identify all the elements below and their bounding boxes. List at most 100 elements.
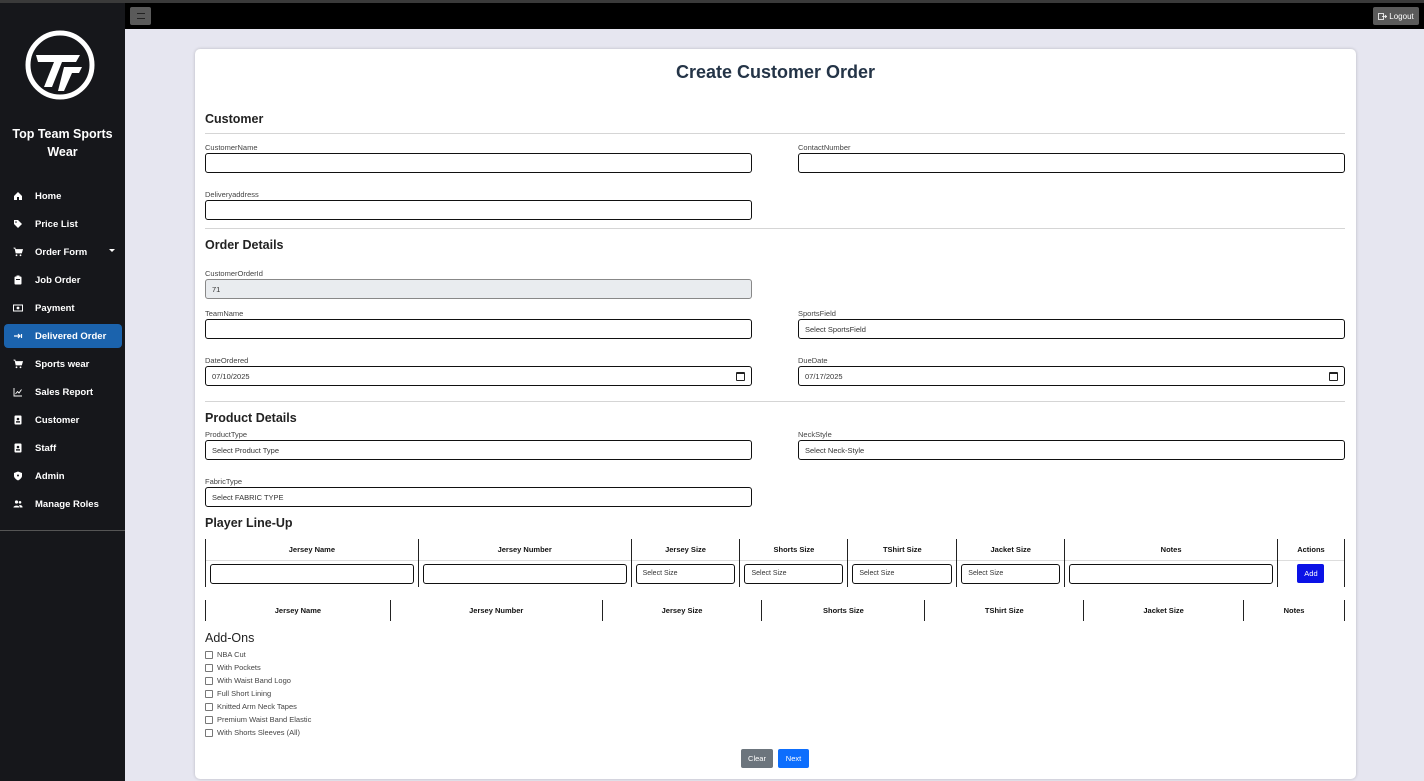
sidebar-item-customer[interactable]: Customer (4, 408, 122, 432)
menu-toggle-button[interactable] (130, 7, 151, 25)
customer-order-id-input: 71 (205, 279, 752, 299)
sports-field-select[interactable]: Select SportsField (798, 319, 1345, 339)
addon-option[interactable]: With Pockets (205, 663, 261, 672)
divider (205, 401, 1345, 402)
col-jersey-name: Jersey Name (205, 539, 419, 560)
sidebar-divider (0, 530, 125, 531)
next-button[interactable]: Next (778, 749, 809, 768)
addon-checkbox[interactable] (205, 728, 213, 737)
delivery-icon (13, 331, 23, 341)
shield-icon (13, 471, 23, 481)
addon-option[interactable]: With Waist Band Logo (205, 676, 291, 685)
id-badge-icon (13, 415, 23, 425)
divider (205, 228, 1345, 229)
addon-label: With Shorts Sleeves (All) (217, 728, 300, 737)
addon-label: Premium Waist Band Elastic (217, 715, 312, 724)
addon-option[interactable]: NBA Cut (205, 650, 246, 659)
tag-icon (13, 219, 23, 229)
sidebar-item-label: Sales Report (35, 386, 94, 398)
sidebar-item-label: Sports wear (35, 358, 90, 370)
lineup-entry-table: Jersey Name Jersey Number Jersey Size Sh… (205, 539, 1346, 587)
col-jersey-name: Jersey Name (205, 600, 391, 621)
addon-checkbox[interactable] (205, 689, 213, 698)
col-notes: Notes (1243, 600, 1345, 621)
sports-field-label: SportsField (798, 309, 836, 318)
logout-label: Logout (1389, 11, 1414, 21)
lineup-entry-row: Select Size Select Size Select Size Sele… (205, 560, 1346, 587)
calendar-icon[interactable] (736, 372, 745, 381)
col-notes: Notes (1064, 539, 1278, 560)
sidebar-item-label: Admin (35, 470, 65, 482)
tshirt-size-select[interactable]: Select Size (852, 563, 953, 584)
cart-icon (13, 359, 23, 369)
id-badge-icon (13, 443, 23, 453)
sidebar-item-home[interactable]: Home (4, 184, 122, 208)
sidebar-item-label: Customer (35, 414, 80, 426)
date-ordered-label: DateOrdered (205, 356, 249, 365)
calendar-icon[interactable] (1329, 372, 1338, 381)
contact-number-input[interactable] (798, 153, 1345, 173)
sidebar-item-price-list[interactable]: Price List (4, 212, 122, 236)
lineup-list-table: Jersey Name Jersey Number Jersey Size Sh… (205, 600, 1345, 621)
logout-button[interactable]: Logout (1373, 7, 1419, 25)
addon-checkbox[interactable] (205, 715, 213, 724)
logout-icon (1378, 12, 1388, 20)
sidebar-item-sales-report[interactable]: Sales Report (4, 380, 122, 404)
addon-label: With Waist Band Logo (217, 676, 291, 685)
date-ordered-input[interactable]: 07/10/2025 (205, 366, 752, 386)
sidebar-item-staff[interactable]: Staff (4, 436, 122, 460)
addon-option[interactable]: Full Short Lining (205, 689, 271, 698)
team-name-input[interactable] (205, 319, 752, 339)
addon-checkbox[interactable] (205, 663, 213, 672)
addon-option[interactable]: Premium Waist Band Elastic (205, 715, 311, 724)
contact-number-label: ContactNumber (798, 143, 851, 152)
page-title: Create Customer Order (675, 62, 876, 82)
home-icon (13, 191, 23, 201)
brand-logo (25, 30, 95, 100)
sidebar: Top Team Sports Wear Home Price List Order… (0, 0, 125, 781)
sidebar-item-manage-roles[interactable]: Manage Roles (4, 492, 122, 516)
addon-label: Knitted Arm Neck Tapes (217, 702, 297, 711)
jersey-name-input[interactable] (210, 563, 414, 584)
sidebar-item-delivered-order[interactable]: Delivered Order (4, 324, 122, 348)
customer-name-label: CustomerName (205, 143, 258, 152)
sidebar-item-admin[interactable]: Admin (4, 464, 122, 488)
divider (205, 133, 1345, 134)
addon-option[interactable]: With Shorts Sleeves (All) (205, 728, 300, 737)
col-jersey-number: Jersey Number (417, 539, 632, 560)
addon-option[interactable]: Knitted Arm Neck Tapes (205, 702, 297, 711)
sidebar-item-order-form[interactable]: Order Form (4, 240, 122, 264)
notes-input[interactable] (1069, 563, 1273, 584)
col-jacket-size: Jacket Size (1083, 600, 1245, 621)
top-bar: Logout (125, 0, 1424, 29)
sidebar-item-job-order[interactable]: Job Order (4, 268, 122, 292)
col-tshirt-size: TShirt Size (847, 539, 958, 560)
due-date-input[interactable]: 07/17/2025 (798, 366, 1345, 386)
shorts-size-select[interactable]: Select Size (744, 563, 844, 584)
sidebar-item-sports-wear[interactable]: Sports wear (4, 352, 122, 376)
add-player-button[interactable]: Add (1297, 564, 1325, 583)
jersey-number-input[interactable] (422, 563, 627, 584)
product-type-select[interactable]: Select Product Type (205, 440, 752, 460)
caret-down-icon (109, 249, 115, 252)
clear-button[interactable]: Clear (741, 749, 773, 768)
neck-style-select[interactable]: Select Neck-Style (798, 440, 1345, 460)
product-details-heading: Product Details (205, 411, 297, 425)
player-lineup-heading: Player Line-Up (205, 516, 293, 530)
order-form-card: Create Customer Order Customer CustomerN… (195, 49, 1356, 779)
addon-checkbox[interactable] (205, 676, 213, 685)
addon-checkbox[interactable] (205, 650, 213, 659)
fabric-type-select[interactable]: Select FABRIC TYPE (205, 487, 752, 507)
customer-name-input[interactable] (205, 153, 752, 173)
neck-style-label: NeckStyle (798, 430, 832, 439)
hamburger-icon (136, 13, 145, 19)
addon-checkbox[interactable] (205, 702, 213, 711)
jersey-size-select[interactable]: Select Size (635, 563, 736, 584)
sidebar-item-label: Payment (35, 302, 75, 314)
sidebar-item-payment[interactable]: Payment (4, 296, 122, 320)
delivery-address-input[interactable] (205, 200, 752, 220)
cart-icon (13, 247, 23, 257)
jacket-size-select[interactable]: Select Size (961, 563, 1061, 584)
date-ordered-value: 07/10/2025 (212, 371, 250, 381)
due-date-label: DueDate (798, 356, 828, 365)
